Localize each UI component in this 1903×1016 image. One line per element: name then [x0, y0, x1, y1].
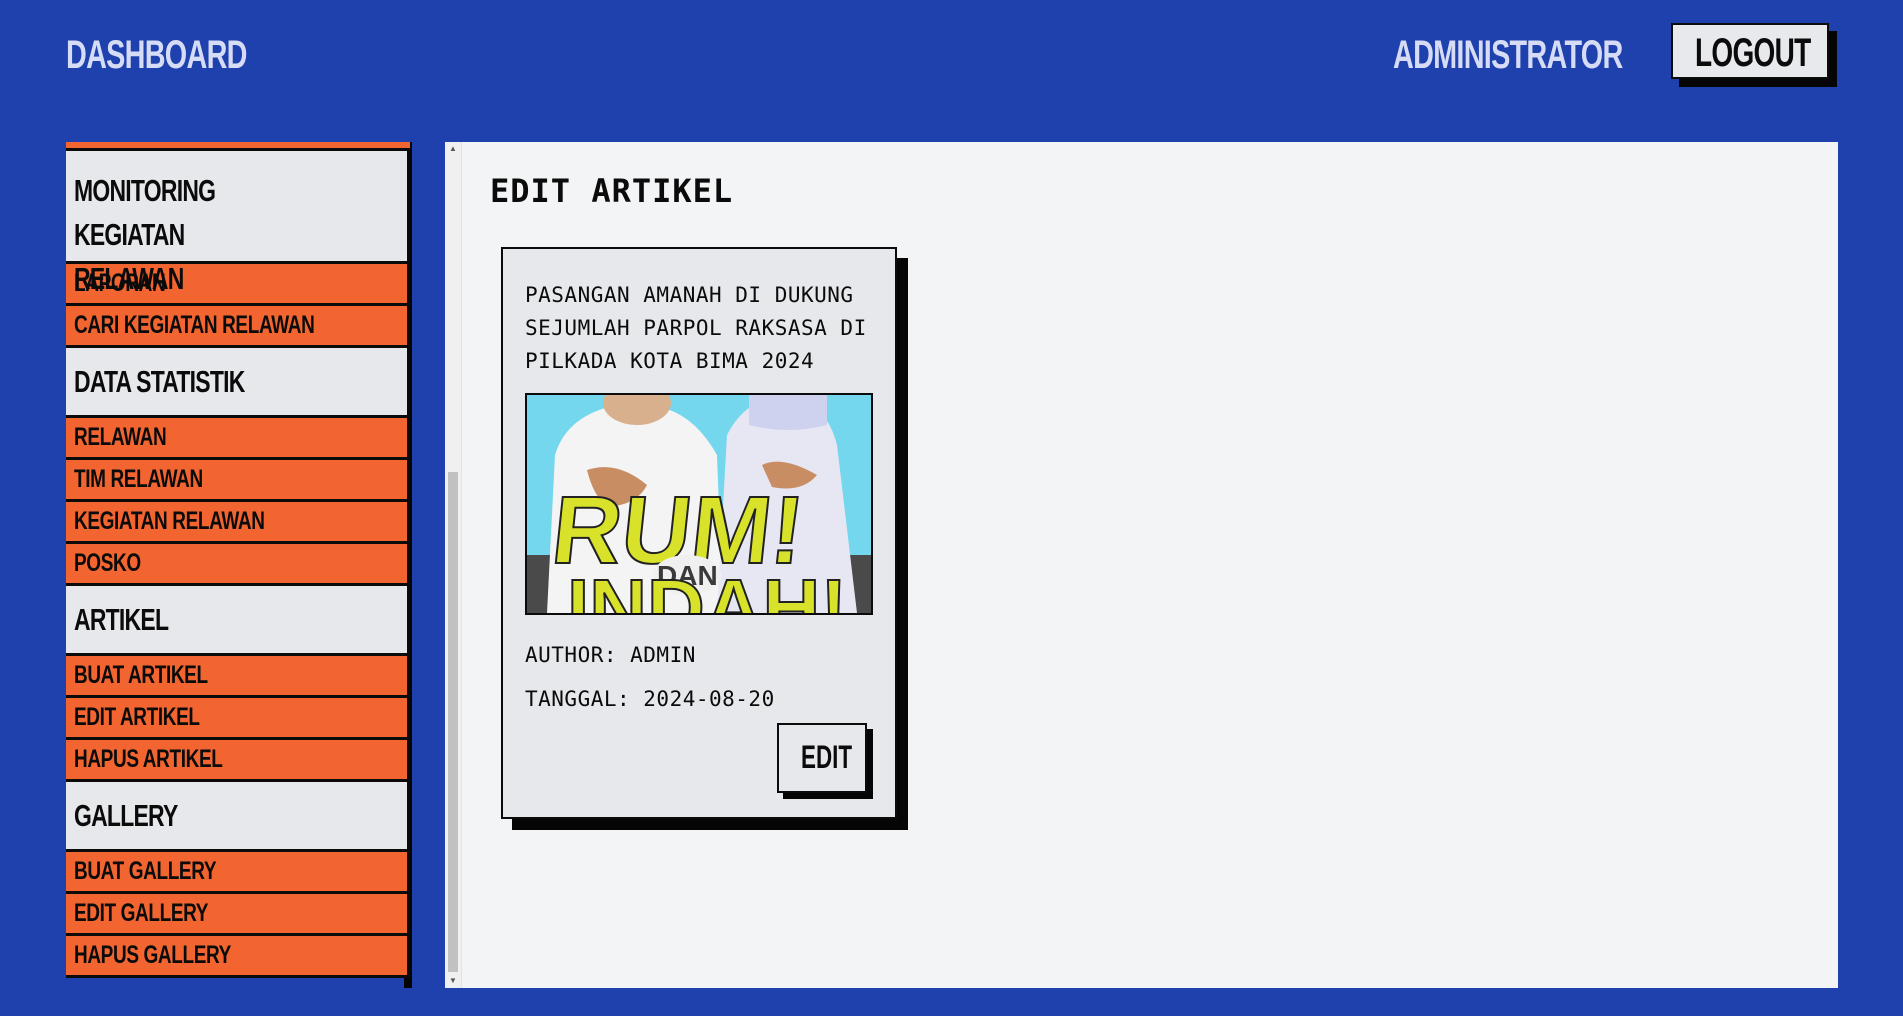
sidebar-item-edit-artikel[interactable]: EDIT ARTIKEL [66, 698, 410, 740]
sidebar-item-buat-artikel[interactable]: BUAT ARTIKEL [66, 656, 410, 698]
dashboard-title[interactable]: DASHBOARD [66, 33, 247, 78]
sidebar-item-label: LAPORAN [74, 269, 166, 297]
article-image: RUM! DAN INDAH! [525, 393, 873, 615]
sidebar-item-label: EDIT GALLERY [74, 899, 209, 927]
sidebar: MONITORING KEGIATAN RELAWAN LAPORAN CARI… [66, 142, 410, 988]
sidebar-item-partial[interactable] [66, 142, 410, 151]
sidebar-section-title-line1: MONITORING KEGIATAN [74, 173, 216, 252]
image-text-bottom: INDAH! [567, 563, 847, 613]
sidebar-item-label: CARI KEGIATAN RELAWAN [74, 311, 315, 339]
main-panel: ▲ ▼ EDIT ARTIKEL PASANGAN AMANAH DI DUKU… [445, 142, 1838, 988]
sidebar-item-label: RELAWAN [74, 423, 167, 451]
sidebar-item-posko[interactable]: POSKO [66, 544, 410, 586]
sidebar-item-hapus-gallery[interactable]: HAPUS GALLERY [66, 936, 410, 978]
sidebar-section-title: GALLERY [74, 797, 178, 833]
article-author: AUTHOR: ADMIN [525, 643, 696, 667]
sidebar-item-kegiatan-relawan[interactable]: KEGIATAN RELAWAN [66, 502, 410, 544]
sidebar-item-buat-gallery[interactable]: BUAT GALLERY [66, 852, 410, 894]
sidebar-item-label: TIM RELAWAN [74, 465, 203, 493]
edit-article-button[interactable]: EDIT [777, 723, 867, 793]
sidebar-section-data-statistik: DATA STATISTIK [66, 348, 410, 418]
user-role-label: ADMINISTRATOR [1393, 33, 1623, 77]
scrollbar-thumb[interactable] [448, 472, 458, 972]
sidebar-item-label: KEGIATAN RELAWAN [74, 507, 265, 535]
top-bar: DASHBOARD ADMINISTRATOR LOGOUT [0, 0, 1903, 110]
sidebar-section-monitoring: MONITORING KEGIATAN RELAWAN [66, 151, 410, 296]
article-image-graphic: RUM! DAN INDAH! [527, 395, 871, 613]
sidebar-item-edit-gallery[interactable]: EDIT GALLERY [66, 894, 410, 936]
logout-label: LOGOUT [1695, 31, 1811, 75]
sidebar-item-hapus-artikel[interactable]: HAPUS ARTIKEL [66, 740, 410, 782]
sidebar-item-label: HAPUS GALLERY [74, 941, 231, 969]
article-title: PASANGAN AMANAH DI DUKUNG SEJUMLAH PARPO… [525, 283, 867, 373]
article-date: TANGGAL: 2024-08-20 [525, 687, 775, 711]
article-card: PASANGAN AMANAH DI DUKUNG SEJUMLAH PARPO… [501, 247, 897, 819]
sidebar-section-gallery: GALLERY [66, 782, 410, 852]
sidebar-item-relawan[interactable]: RELAWAN [66, 418, 410, 460]
sidebar-item-label: BUAT GALLERY [74, 857, 217, 885]
sidebar-section-title: DATA STATISTIK [74, 363, 245, 399]
sidebar-item-label: HAPUS ARTIKEL [74, 745, 223, 773]
sidebar-item-label: BUAT ARTIKEL [74, 661, 208, 689]
sidebar-item-cari-kegiatan-relawan[interactable]: CARI KEGIATAN RELAWAN [66, 306, 410, 348]
edit-button-label: EDIT [801, 739, 853, 775]
page-title: EDIT ARTIKEL [490, 172, 734, 210]
logout-button[interactable]: LOGOUT [1671, 23, 1829, 79]
scroll-up-arrow-icon[interactable]: ▲ [448, 144, 458, 154]
scroll-down-arrow-icon[interactable]: ▼ [448, 976, 458, 986]
vertical-scrollbar[interactable]: ▲ ▼ [445, 142, 462, 988]
sidebar-item-tim-relawan[interactable]: TIM RELAWAN [66, 460, 410, 502]
sidebar-section-artikel: ARTIKEL [66, 586, 410, 656]
sidebar-item-label: POSKO [74, 549, 141, 577]
sidebar-item-label: EDIT ARTIKEL [74, 703, 200, 731]
sidebar-section-title: ARTIKEL [74, 601, 169, 637]
